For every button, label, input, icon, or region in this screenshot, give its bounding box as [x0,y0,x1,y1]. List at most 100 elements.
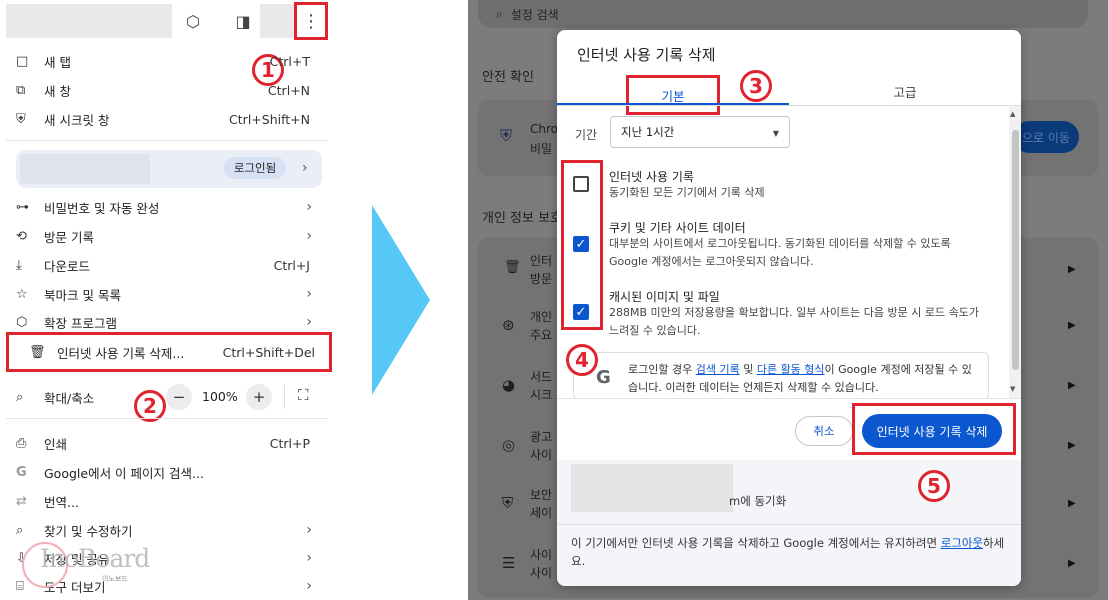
settings-search[interactable]: ⌕ 설정 검색 [478,0,1088,28]
sign-out-link[interactable]: 로그아웃 [941,536,983,550]
option-title: 쿠키 및 기타 사이트 데이터 [609,221,746,235]
menu-item-incognito[interactable]: ⛨ 새 시크릿 창 Ctrl+Shift+N [16,105,324,133]
chevron-right-icon: ▶ [1068,440,1076,451]
history-icon: ⟲ [16,228,27,244]
menu-item-new-window[interactable]: ⧉ 새 창 Ctrl+N [16,76,324,104]
chevron-right-icon: ▶ [1068,498,1076,509]
print-icon: ⎙ [16,435,27,451]
dropdown-caret-icon: ▼ [772,129,779,138]
fullscreen-icon[interactable]: ⛶ [298,386,309,404]
chevron-right-icon: ▶ [1068,380,1076,391]
menu-item-passwords[interactable]: ⊶ 비밀번호 및 자동 완성 › [16,193,324,221]
option-description: 대부분의 사이트에서 로그아웃됩니다. 동기화된 데이터를 삭제할 수 있도록 … [609,237,951,268]
trash-icon: 🗑 [504,260,521,275]
google-icon: G [16,464,27,480]
toolbar-blank-area [6,4,172,38]
profile-blank [20,154,150,184]
checkbox-cached-images[interactable]: ✓ [573,304,589,320]
privacy-heading: 개인 정보 보호 [482,211,563,226]
trash-icon: 🗑 [29,344,46,360]
step-badge-3: 3 [740,70,772,102]
signed-in-badge: 로그인됨 [224,157,286,179]
dialog-scroll-area[interactable]: 기간 지난 1시간 ▼ 인터넷 사용 기록 동기화된 모든 기기에서 기록 삭제… [557,106,1021,398]
chevron-right-icon: › [306,522,312,538]
chevron-right-icon: › [306,550,312,566]
footer-divider [557,524,1021,525]
chevron-right-icon: › [306,228,312,244]
menu-item-history[interactable]: ⟲ 방문 기록 › [16,222,324,250]
zoom-out-button[interactable]: − [166,384,192,410]
right-arrow-icon [372,205,430,395]
cookie-icon: ◕ [502,376,516,394]
menu-divider [6,418,328,419]
period-select[interactable]: 지난 1시간 ▼ [610,116,790,148]
extensions-icon[interactable]: ⬡ [182,10,204,32]
browser-toolbar: ⬡ ◨ ⋮ [6,2,328,40]
chevron-right-icon: › [306,314,312,330]
search-history-link[interactable]: 검색 기록 [696,363,740,376]
dialog-title: 인터넷 사용 기록 삭제 [577,46,716,64]
puzzle-icon: ⬡ [16,314,28,330]
privacy-guide-icon: ⊛ [502,316,515,334]
translate-icon: ⇄ [16,493,27,509]
option-description: 동기화된 모든 기기에서 기록 삭제 [609,186,765,199]
menu-item-google-search[interactable]: G Google에서 이 페이지 검색... [16,458,324,486]
scroll-down-icon[interactable]: ▼ [1010,385,1015,393]
checkbox-cookies[interactable]: ✓ [573,236,589,252]
option-title: 캐시된 이미지 및 파일 [609,290,720,304]
menu-item-downloads[interactable]: ⤓ 다운로드 Ctrl+J [16,251,324,279]
chevron-right-icon: ▶ [1068,558,1076,569]
download-icon: ⤓ [16,257,22,273]
chevron-right-icon: › [306,578,312,594]
chevron-right-icon: › [306,199,312,215]
actions-divider [557,398,1021,399]
more-menu-icon[interactable]: ⋮ [294,2,328,40]
menu-divider [6,140,328,141]
period-label: 기간 [575,128,598,142]
chrome-menu: ⬡ ◨ ⋮ 1 □ 새 탭 Ctrl+T ⧉ 새 창 Ctrl+N ⛨ 새 시크… [0,0,340,600]
menu-item-find-edit[interactable]: ⌕ 찾기 및 수정하기 › [16,516,324,544]
scrollbar-thumb[interactable] [1012,130,1019,370]
sliders-icon: ☰ [502,554,516,572]
other-activity-link[interactable]: 다른 활동 형식 [757,363,825,376]
tab-advanced[interactable]: 고급 [789,76,1021,106]
zoom-divider [284,385,285,409]
side-panel-icon[interactable]: ◨ [232,10,254,32]
clear-data-button[interactable]: 인터넷 사용 기록 삭제 [862,414,1002,448]
ad-icon: ◎ [502,436,516,454]
chevron-right-icon: ▶ [1068,320,1076,331]
incognito-icon: ⛨ [16,111,26,127]
safety-check-heading: 안전 확인 [482,70,534,85]
cancel-button[interactable]: 취소 [795,416,853,446]
chevron-right-icon: › [306,286,312,302]
checkbox-browsing-history[interactable] [573,176,589,192]
step-badge-5: 5 [918,470,950,502]
chevron-right-icon: › [302,160,308,176]
new-window-icon: ⧉ [16,82,26,98]
new-tab-icon: □ [16,53,29,69]
star-icon: ☆ [16,286,28,302]
chevron-right-icon: ▶ [1068,264,1076,275]
watermark-logo-sub: 이노보드 [102,575,128,583]
find-icon: ⌕ [16,522,24,538]
scroll-up-icon[interactable]: ▲ [1010,110,1015,118]
menu-item-translate[interactable]: ⇄ 번역... [16,487,324,515]
option-title: 인터넷 사용 기록 [609,170,694,184]
zoom-in-button[interactable]: + [246,384,272,410]
safety-check-go-button[interactable]: 으로 이동 [1013,121,1079,153]
footer-text: 이 기기에서만 인터넷 사용 기록을 삭제하고 Google 계정에서는 유지하… [571,536,1005,568]
menu-item-new-tab[interactable]: □ 새 탭 Ctrl+T [16,47,324,75]
option-description: 288MB 미만의 저장용량을 확보합니다. 일부 사이트는 다음 방문 시 로… [609,306,979,337]
profile-row[interactable]: 로그인됨 › [16,150,322,188]
menu-item-print[interactable]: ⎙ 인쇄 Ctrl+P [16,429,324,457]
menu-item-bookmarks[interactable]: ☆ 북마크 및 목록 › [16,280,324,308]
watermark-logo-text: InoBoard [40,544,150,573]
search-icon: ⌕ [496,6,503,21]
shield-icon: ⛨ [500,126,513,145]
sync-text: m에 동기화 [729,494,787,508]
step-badge-4: 4 [566,344,598,376]
menu-item-clear-browsing-data[interactable]: 🗑 인터넷 사용 기록 삭제... Ctrl+Shift+Del [6,332,332,372]
tab-active-indicator [557,103,789,105]
zoom-icon: ⌕ [16,389,24,405]
clear-browsing-data-dialog: 인터넷 사용 기록 삭제 기본 고급 기간 지난 1시간 ▼ 인터넷 사용 기록… [557,30,1021,586]
